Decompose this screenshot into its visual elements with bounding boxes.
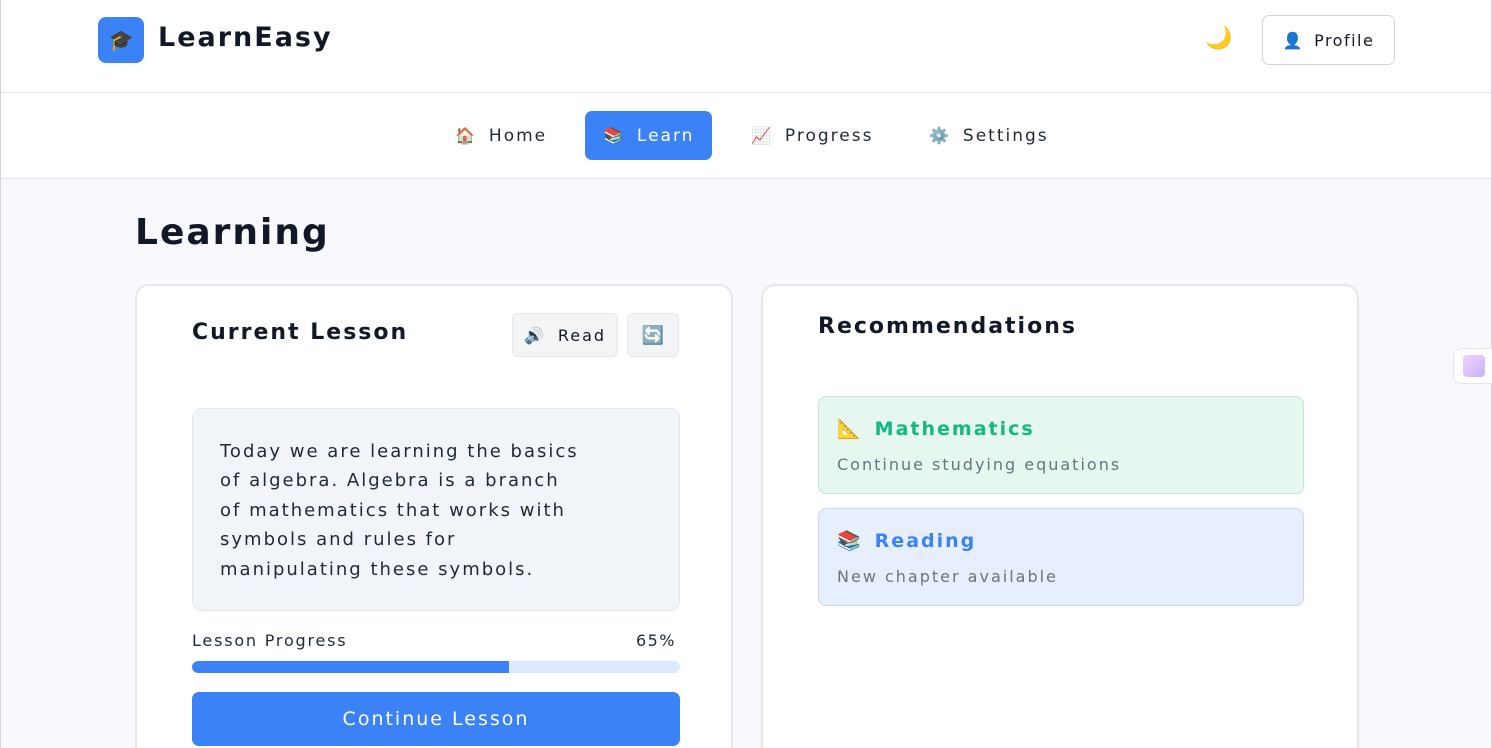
recommendation-title-text: Mathematics	[874, 417, 1035, 440]
nav-settings[interactable]: ⚙️ Settings	[911, 111, 1067, 160]
recommendation-title: 📐 Mathematics	[837, 417, 1035, 441]
nav-home[interactable]: 🏠 Home	[437, 111, 565, 160]
assistant-icon	[1462, 355, 1485, 377]
refresh-button[interactable]: 🔄	[627, 313, 679, 357]
recommendation-reading[interactable]: 📚 Reading New chapter available	[818, 508, 1304, 606]
refresh-icon: 🔄	[641, 324, 665, 346]
read-label: Read	[557, 325, 607, 345]
progress-bar	[192, 661, 680, 673]
recommendation-subtitle: New chapter available	[837, 567, 1058, 586]
top-header: 🎓 LearnEasy 🌙 👤 Profile	[1, 0, 1491, 93]
nav-progress[interactable]: 📈 Progress	[733, 111, 891, 160]
nav-learn[interactable]: 📚 Learn	[585, 111, 713, 160]
nav-progress-label: Progress	[784, 125, 874, 146]
gear-icon: ⚙️	[929, 126, 951, 145]
home-icon: 🏠	[455, 126, 477, 145]
triangle-ruler-icon: 📐	[837, 418, 863, 440]
page-title: Learning	[135, 212, 330, 253]
side-assistant-widget[interactable]	[1453, 348, 1492, 384]
recommendations-title: Recommendations	[818, 314, 1077, 339]
recommendation-subtitle: Continue studying equations	[837, 455, 1122, 474]
nav-home-label: Home	[488, 125, 548, 146]
recommendation-mathematics[interactable]: 📐 Mathematics Continue studying equation…	[818, 396, 1304, 494]
nav-learn-label: Learn	[636, 125, 695, 146]
books-icon: 📚	[837, 530, 863, 552]
progress-label: Lesson Progress	[192, 631, 348, 650]
continue-lesson-button[interactable]: Continue Lesson	[192, 692, 680, 746]
recommendations-card: Recommendations 📐 Mathematics Continue s…	[761, 284, 1359, 748]
profile-button[interactable]: 👤 Profile	[1262, 15, 1395, 65]
current-lesson-card: Current Lesson 🔊 Read 🔄 Today we are lea…	[135, 284, 733, 748]
lesson-text: Today we are learning the basics of alge…	[220, 441, 579, 580]
dark-mode-toggle-icon[interactable]: 🌙	[1205, 26, 1232, 51]
books-icon: 📚	[603, 126, 625, 145]
lesson-content: Today we are learning the basics of alge…	[192, 408, 680, 611]
chart-up-icon: 📈	[751, 126, 773, 145]
recommendation-title: 📚 Reading	[837, 529, 977, 553]
profile-label: Profile	[1314, 30, 1375, 50]
brand-name[interactable]: LearnEasy	[158, 22, 333, 53]
speaker-icon: 🔊	[523, 325, 546, 345]
main-nav: 🏠 Home 📚 Learn 📈 Progress ⚙️ Settings	[1, 93, 1491, 179]
progress-bar-fill	[192, 661, 510, 673]
recommendation-title-text: Reading	[874, 529, 977, 552]
read-aloud-button[interactable]: 🔊 Read	[512, 313, 618, 357]
graduation-cap-icon[interactable]: 🎓	[98, 17, 144, 63]
nav-settings-label: Settings	[962, 125, 1049, 146]
progress-value: 65%	[635, 631, 676, 650]
app-window: 🎓 LearnEasy 🌙 👤 Profile 🏠 Home 📚 Learn 📈…	[0, 0, 1492, 748]
user-icon: 👤	[1282, 30, 1305, 50]
current-lesson-title: Current Lesson	[192, 320, 409, 345]
